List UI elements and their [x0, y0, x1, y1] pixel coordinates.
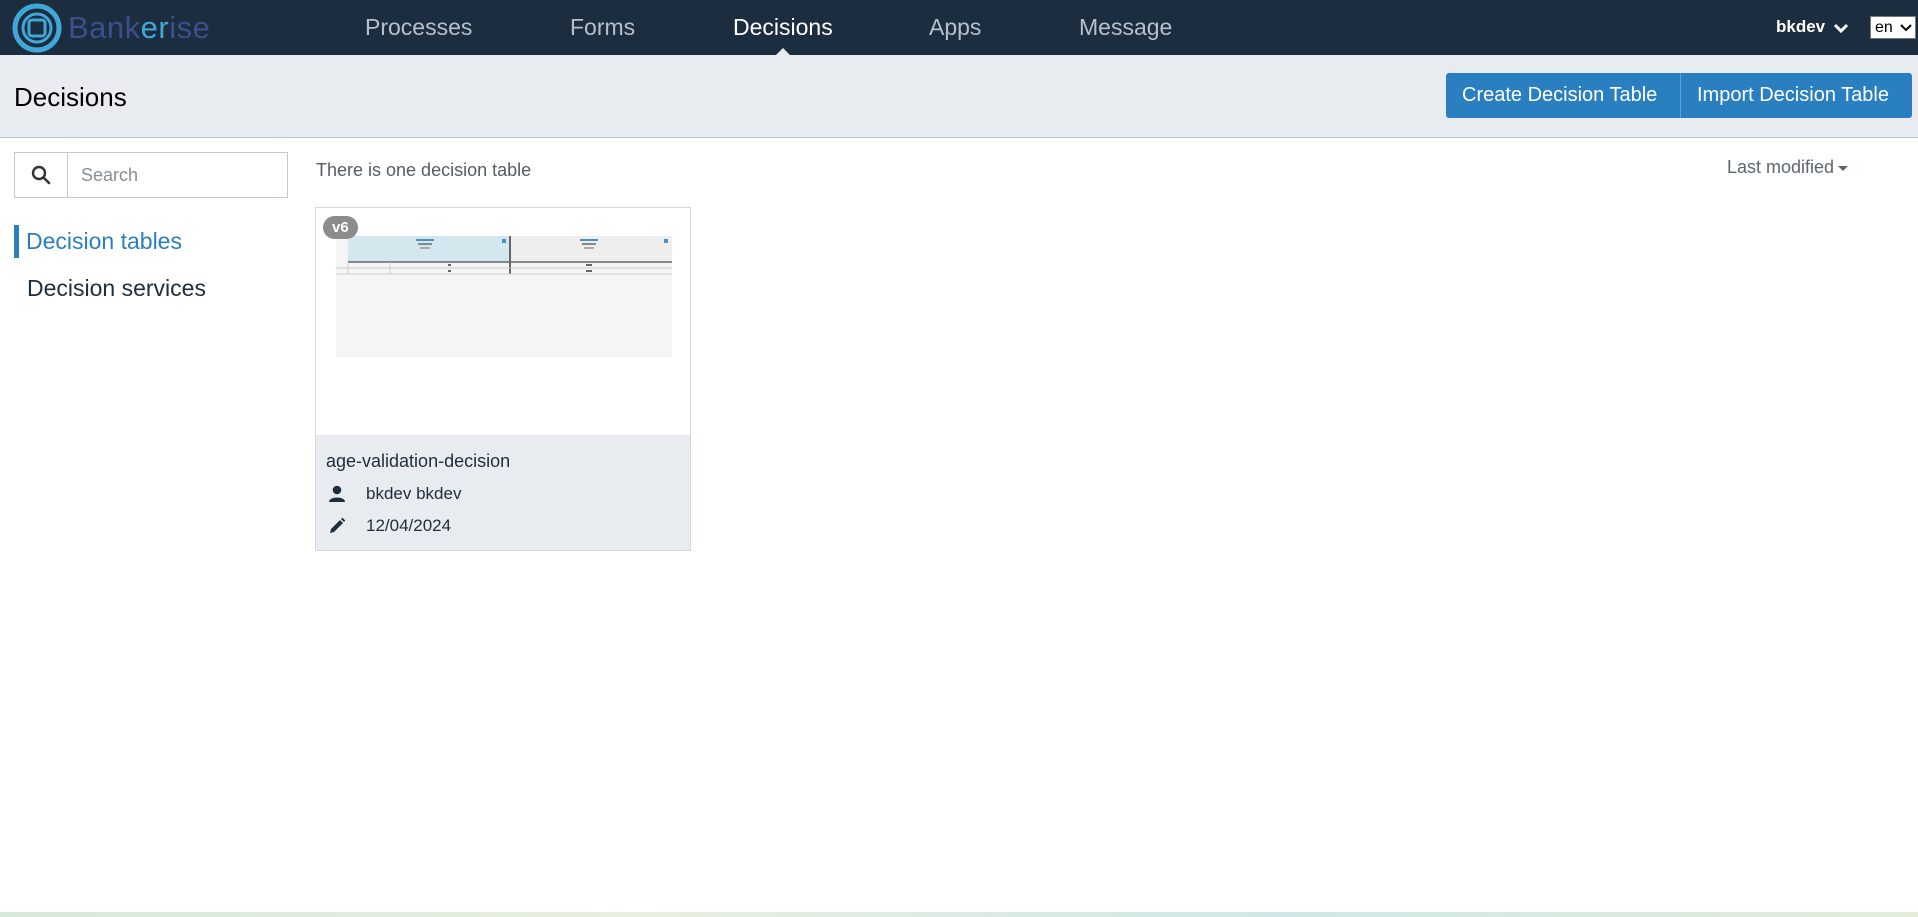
decision-table-card[interactable]: v6 age-validation-decision bkdev bkdev 1… [315, 207, 691, 551]
bottom-edge-strip [0, 912, 1918, 917]
sort-label: Last modified [1727, 157, 1835, 177]
author-name: bkdev bkdev [366, 484, 462, 503]
decision-table-preview-graphic [336, 236, 672, 357]
search-input[interactable] [69, 153, 287, 197]
result-count-text: There is one decision table [316, 160, 532, 180]
nav-item-message-center[interactable]: Message Center [1079, 0, 1172, 94]
pencil-icon [326, 516, 348, 536]
nav-item-decisions[interactable]: Decisions [733, 0, 833, 56]
page-title: Decisions [14, 82, 127, 112]
search-icon [31, 165, 51, 185]
version-badge: v6 [323, 216, 358, 239]
decision-table-thumbnail: v6 [316, 208, 690, 435]
user-name: bkdev [1776, 17, 1826, 36]
modified-row: 12/04/2024 [326, 515, 451, 537]
decision-table-name: age-validation-decision [326, 451, 511, 471]
import-decision-table-button[interactable]: Import Decision Table [1681, 73, 1912, 118]
nav-item-forms[interactable]: Forms [570, 0, 635, 55]
thumbnail-preview [336, 236, 672, 357]
modified-date: 12/04/2024 [366, 516, 452, 535]
sidebar-item-decision-tables[interactable]: Decision tables [14, 225, 182, 258]
nav-item-processes[interactable]: Processes [365, 0, 472, 55]
brand-name: Bankerise [68, 10, 211, 45]
page-header: Decisions Create Decision Table Import D… [0, 55, 1918, 138]
brand-logo[interactable]: Bankerise [12, 3, 210, 53]
author-row: bkdev bkdev [326, 483, 461, 505]
user-icon [326, 484, 348, 504]
nav-item-apps[interactable]: Apps [929, 0, 981, 55]
top-navbar: Bankerise Processes Forms Decisions Apps… [0, 0, 1918, 94]
sidebar-item-decision-services[interactable]: Decision services [14, 272, 206, 305]
language-select[interactable]: en [1870, 16, 1916, 39]
search-button[interactable] [15, 153, 68, 197]
sort-dropdown[interactable]: Last modified [1727, 157, 1849, 178]
search-box [14, 152, 288, 198]
chevron-down-icon [1833, 23, 1848, 33]
user-menu[interactable]: bkdev [1776, 0, 1848, 55]
language-value: en [1875, 19, 1893, 36]
card-footer: age-validation-decision bkdev bkdev 12/0… [316, 435, 690, 550]
create-decision-table-button[interactable]: Create Decision Table [1446, 73, 1681, 118]
caret-down-icon [1838, 165, 1849, 171]
bankerise-logo-icon [12, 3, 62, 53]
chevron-down-icon [1900, 24, 1912, 32]
